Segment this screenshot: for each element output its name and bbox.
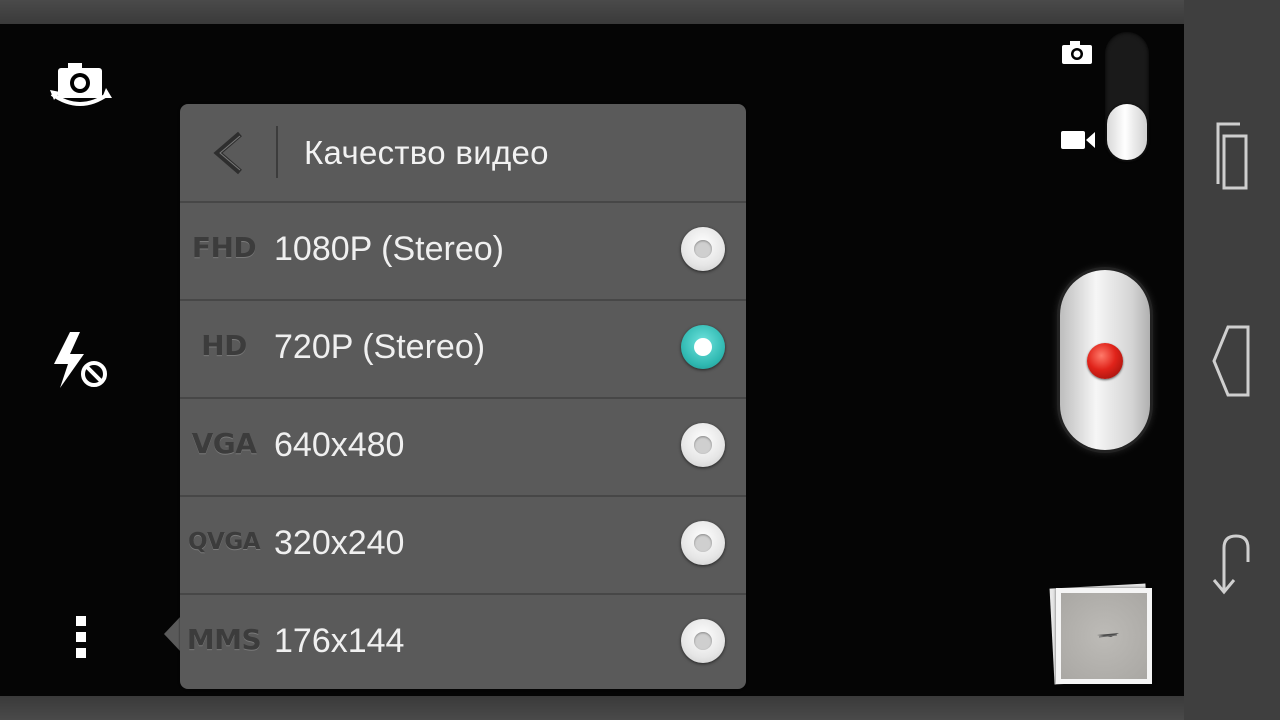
- radio-dot: [694, 632, 712, 650]
- menu-back-button[interactable]: [198, 120, 268, 186]
- recent-apps-icon: [1216, 122, 1248, 190]
- quality-label: 640x480: [274, 426, 405, 464]
- radio-button-selected[interactable]: [681, 325, 725, 369]
- quality-option-mms[interactable]: MMS 176x144: [180, 593, 746, 689]
- radio-button[interactable]: [681, 521, 725, 565]
- flash-off-icon: [54, 332, 107, 388]
- radio-dot: [694, 534, 712, 552]
- radio-dot: [694, 338, 712, 356]
- quality-option-fhd[interactable]: FHD 1080P (Stereo): [180, 201, 746, 300]
- video-mode-button[interactable]: [1060, 128, 1096, 152]
- quality-label: 720P (Stereo): [274, 328, 486, 366]
- home-button[interactable]: [1184, 510, 1280, 620]
- header-divider: [276, 126, 278, 178]
- switch-camera-button[interactable]: [46, 58, 116, 118]
- quality-tag: VGA: [191, 427, 257, 460]
- quality-option-hd[interactable]: HD 720P (Stereo): [180, 299, 746, 398]
- quality-option-vga[interactable]: VGA 640x480: [180, 397, 746, 496]
- chevron-left-icon: [213, 131, 242, 175]
- camera-switch-icon: [50, 63, 112, 106]
- record-button[interactable]: [1060, 270, 1150, 450]
- more-vertical-icon: [76, 616, 86, 658]
- quality-label: 1080P (Stereo): [274, 230, 504, 268]
- back-icon: [1212, 325, 1250, 397]
- back-button[interactable]: [1184, 305, 1280, 415]
- more-options-button[interactable]: [70, 612, 92, 662]
- home-icon: [1212, 534, 1250, 595]
- record-icon: [1087, 343, 1123, 379]
- bottom-strip: [0, 696, 1184, 720]
- quality-tag: HD: [201, 329, 247, 362]
- camera-icon: [1062, 41, 1092, 64]
- recent-apps-button[interactable]: [1184, 100, 1280, 210]
- video-quality-menu: Качество видео FHD 1080P (Stereo) HD 720…: [180, 104, 746, 689]
- radio-button[interactable]: [681, 227, 725, 271]
- quality-tag: QVGA: [187, 529, 261, 555]
- thumbnail-image: [1061, 593, 1147, 679]
- mode-switch-knob[interactable]: [1107, 104, 1147, 160]
- system-navigation-bar: [1184, 0, 1280, 720]
- menu-pointer: [164, 616, 181, 652]
- radio-button[interactable]: [681, 619, 725, 663]
- thumbnail-object: [1097, 633, 1119, 638]
- menu-header: Качество видео: [180, 104, 746, 201]
- radio-dot: [694, 240, 712, 258]
- menu-title: Качество видео: [304, 134, 549, 171]
- video-camera-icon: [1061, 131, 1095, 149]
- top-status-strip: [0, 0, 1184, 24]
- quality-option-qvga[interactable]: QVGA 320x240: [180, 495, 746, 594]
- radio-dot: [694, 436, 712, 454]
- radio-button[interactable]: [681, 423, 725, 467]
- gallery-thumbnail[interactable]: [1056, 588, 1152, 684]
- quality-label: 320x240: [274, 524, 405, 562]
- quality-tag: MMS: [186, 623, 262, 656]
- quality-label: 176x144: [274, 622, 405, 660]
- photo-mode-button[interactable]: [1060, 40, 1094, 66]
- quality-tag: FHD: [191, 231, 257, 264]
- flash-button[interactable]: [48, 328, 112, 392]
